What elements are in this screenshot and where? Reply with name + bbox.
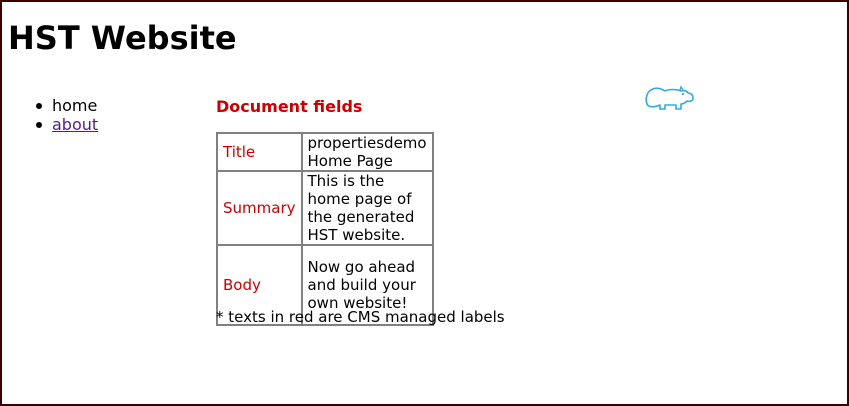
nav-item-home-label: home: [52, 96, 98, 115]
field-label-summary: Summary: [217, 171, 302, 245]
bullet-icon: [36, 103, 42, 109]
table-row: Summary This is the home page of the gen…: [217, 171, 433, 245]
document-fields-table: Title propertiesdemo Home Page Summary T…: [216, 132, 434, 326]
bullet-icon: [36, 122, 42, 128]
nav-link-about[interactable]: about: [52, 115, 98, 134]
main-navigation: home about: [34, 96, 98, 134]
footnote: * texts in red are CMS managed labels: [216, 308, 505, 326]
field-label-title: Title: [217, 133, 302, 171]
section-heading: Document fields: [216, 97, 363, 116]
main-content: Document fields Title propertiesdemo Hom…: [216, 96, 505, 326]
hippo-logo-icon: [645, 85, 694, 110]
table-row: Title propertiesdemo Home Page: [217, 133, 433, 171]
nav-item-home: home: [34, 96, 98, 115]
nav-item-about[interactable]: about: [34, 115, 98, 134]
site-title: HST Website: [8, 19, 237, 57]
field-value-title: propertiesdemo Home Page: [301, 133, 433, 171]
field-value-summary: This is the home page of the generated H…: [301, 171, 433, 245]
